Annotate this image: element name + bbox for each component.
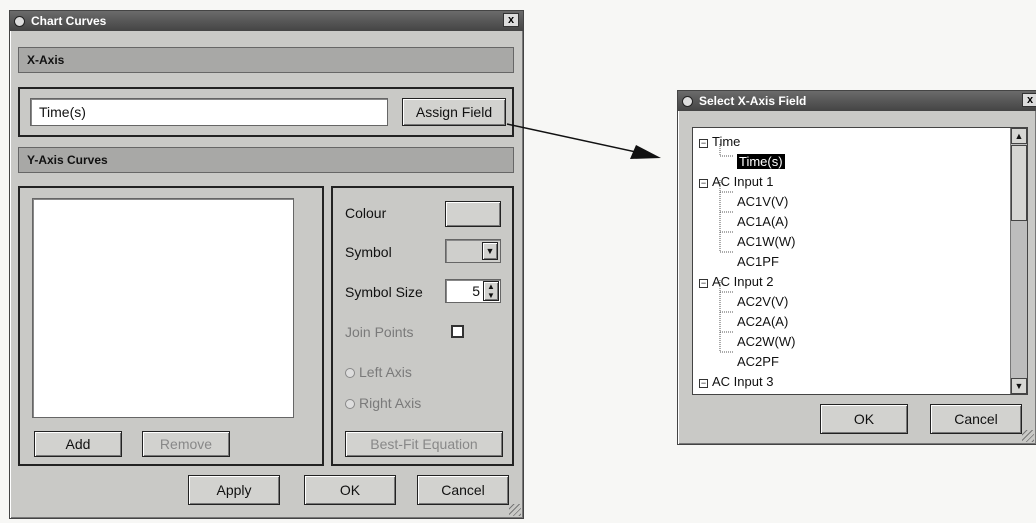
join-points-label: Join Points <box>345 324 414 340</box>
ok-button[interactable]: OK <box>820 404 908 434</box>
chevron-down-icon[interactable]: ▼ <box>482 242 498 260</box>
chart-curves-title: Chart Curves <box>31 14 107 28</box>
stepper-arrows-icon[interactable]: ▲ ▼ <box>483 281 499 301</box>
chart-curves-titlebar[interactable]: Chart Curves x <box>10 11 523 31</box>
x-axis-header: X-Axis <box>18 47 514 73</box>
curves-list-frame: Add Remove <box>18 186 324 466</box>
select-x-axis-titlebar[interactable]: Select X-Axis Field x <box>678 91 1036 111</box>
close-icon[interactable]: x <box>1022 93 1036 107</box>
remove-button[interactable]: Remove <box>142 431 230 457</box>
curves-list[interactable] <box>32 198 294 418</box>
app-icon <box>682 95 693 107</box>
symbol-dropdown[interactable]: ▼ <box>445 239 501 263</box>
app-icon <box>14 15 25 27</box>
close-icon[interactable]: x <box>503 13 519 27</box>
cancel-button[interactable]: Cancel <box>417 475 509 505</box>
cancel-button[interactable]: Cancel <box>930 404 1022 434</box>
scroll-up-icon[interactable]: ▲ <box>1011 128 1027 144</box>
apply-button[interactable]: Apply <box>188 475 280 505</box>
tree-scrollbar[interactable]: ▲ ▼ <box>1010 128 1027 394</box>
assign-field-button[interactable]: Assign Field <box>402 98 506 126</box>
join-points-checkbox[interactable] <box>451 325 464 338</box>
scroll-thumb[interactable] <box>1011 145 1027 221</box>
resize-grip-icon[interactable] <box>1022 430 1034 442</box>
left-axis-radio[interactable]: Left Axis <box>345 364 412 380</box>
select-x-axis-title: Select X-Axis Field <box>699 94 807 108</box>
x-axis-frame: Time(s) Assign Field <box>18 87 514 137</box>
right-axis-label: Right Axis <box>359 395 422 411</box>
x-axis-field-value: Time(s) <box>39 104 86 120</box>
y-axis-curves-header: Y-Axis Curves <box>18 147 514 173</box>
ok-button[interactable]: OK <box>304 475 396 505</box>
radio-icon <box>345 368 355 378</box>
scroll-down-icon[interactable]: ▼ <box>1011 378 1027 394</box>
symbol-size-value: 5 <box>472 283 480 299</box>
radio-icon <box>345 399 355 409</box>
symbol-label: Symbol <box>345 244 392 260</box>
chart-curves-window: Chart Curves x X-Axis Time(s) Assign Fie… <box>9 10 524 519</box>
tree-lines <box>719 144 733 353</box>
field-tree[interactable]: − Time Time(s) − AC Input 1 AC1V(V) AC1A(A) AC1… <box>692 127 1028 395</box>
colour-swatch[interactable] <box>445 201 501 227</box>
curve-properties-frame: Colour Symbol ▼ Symbol Size 5 ▲ ▼ Join Po… <box>331 186 514 466</box>
symbol-size-stepper[interactable]: 5 ▲ ▼ <box>445 279 501 303</box>
symbol-size-label: Symbol Size <box>345 284 423 300</box>
resize-grip-icon[interactable] <box>509 504 521 516</box>
best-fit-equation-button[interactable]: Best-Fit Equation <box>345 431 503 457</box>
select-x-axis-window: Select X-Axis Field x − Time Time(s) − AC In… <box>677 90 1036 445</box>
x-axis-field[interactable]: Time(s) <box>30 98 388 126</box>
add-button[interactable]: Add <box>34 431 122 457</box>
left-axis-label: Left Axis <box>359 364 412 380</box>
right-axis-radio[interactable]: Right Axis <box>345 395 421 411</box>
colour-label: Colour <box>345 205 387 221</box>
